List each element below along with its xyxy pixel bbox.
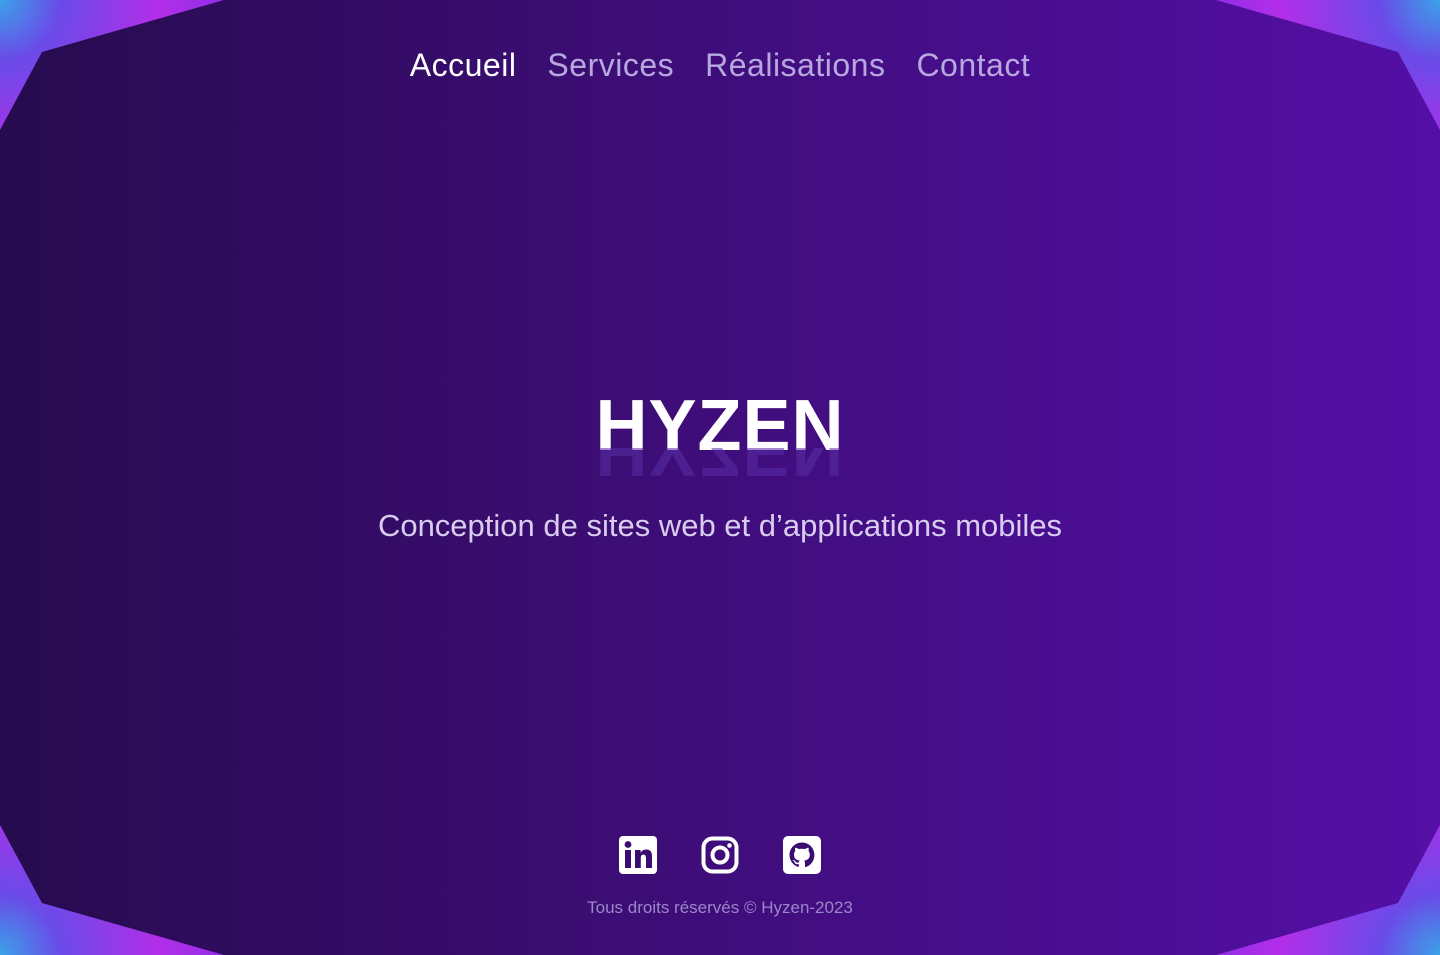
brand-reflection-text: HYZEN	[595, 448, 845, 490]
social-links	[0, 836, 1440, 874]
github-link[interactable]	[783, 836, 821, 874]
hero-tagline: Conception de sites web et d’application…	[377, 508, 1063, 543]
footer-copyright: Tous droits réservés © Hyzen-2023	[587, 898, 853, 917]
main-nav: Accueil Services Réalisations Contact	[0, 44, 1440, 86]
brand-reflection: HYZEN	[0, 448, 1440, 490]
linkedin-icon	[619, 836, 657, 874]
nav-item-realisations[interactable]: Réalisations	[705, 44, 885, 86]
nav-item-services[interactable]: Services	[547, 44, 674, 86]
nav-item-contact[interactable]: Contact	[916, 44, 1030, 86]
linkedin-link[interactable]	[619, 836, 657, 874]
github-icon	[783, 836, 821, 874]
instagram-icon	[701, 836, 739, 874]
instagram-link[interactable]	[701, 836, 739, 874]
nav-item-accueil[interactable]: Accueil	[410, 44, 517, 86]
hero-section: HYZEN HYZEN Conception de sites web et d…	[0, 386, 1440, 546]
